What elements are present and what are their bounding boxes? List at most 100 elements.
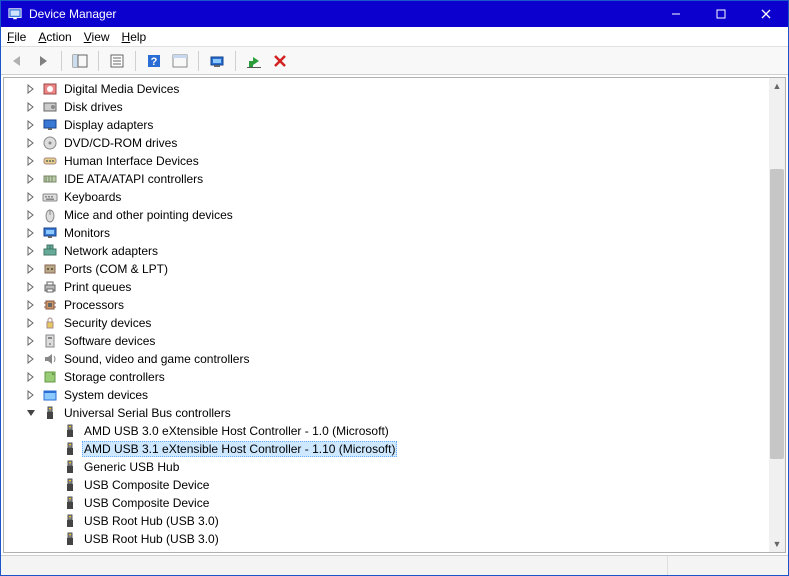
tree-category[interactable]: Monitors <box>4 224 769 242</box>
expand-arrow-icon[interactable] <box>24 82 38 96</box>
status-cell-right <box>668 556 788 575</box>
tree-category-usb[interactable]: Universal Serial Bus controllers <box>4 404 769 422</box>
tree-category[interactable]: Ports (COM & LPT) <box>4 260 769 278</box>
menu-action[interactable]: Action <box>38 30 71 44</box>
menu-file[interactable]: File <box>7 30 26 44</box>
back-button[interactable] <box>5 49 29 73</box>
tree-device[interactable]: USB Composite Device <box>4 494 769 512</box>
system-icon <box>42 387 58 403</box>
tree-category[interactable]: Processors <box>4 296 769 314</box>
collapse-arrow-icon[interactable] <box>24 406 38 420</box>
expand-arrow-icon[interactable] <box>24 280 38 294</box>
tree-category[interactable]: Keyboards <box>4 188 769 206</box>
menu-help[interactable]: Help <box>122 30 147 44</box>
minimize-button[interactable] <box>653 1 698 27</box>
tree-spacer <box>44 442 58 456</box>
tree-category[interactable]: Digital Media Devices <box>4 80 769 98</box>
scroll-track[interactable] <box>769 94 785 536</box>
tree-category[interactable]: Sound, video and game controllers <box>4 350 769 368</box>
storage-icon <box>42 369 58 385</box>
tree-category[interactable]: Human Interface Devices <box>4 152 769 170</box>
printer-icon <box>42 279 58 295</box>
toolbar-separator <box>235 51 236 71</box>
properties-button[interactable] <box>105 49 129 73</box>
tree-category[interactable]: Security devices <box>4 314 769 332</box>
monitor-icon <box>42 225 58 241</box>
show-hide-tree-button[interactable] <box>68 49 92 73</box>
expand-arrow-icon[interactable] <box>24 388 38 402</box>
tree-category[interactable]: IDE ATA/ATAPI controllers <box>4 170 769 188</box>
usb-device-icon <box>62 531 78 547</box>
expand-arrow-icon[interactable] <box>24 190 38 204</box>
tree-category[interactable]: Software devices <box>4 332 769 350</box>
tree-device[interactable]: USB Composite Device <box>4 476 769 494</box>
expand-arrow-icon[interactable] <box>24 226 38 240</box>
sound-icon <box>42 351 58 367</box>
device-tree[interactable]: Digital Media Devices Disk drives Display … <box>4 78 769 552</box>
maximize-button[interactable] <box>698 1 743 27</box>
action-button[interactable] <box>168 49 192 73</box>
usb-device-icon <box>62 459 78 475</box>
toolbar-separator <box>198 51 199 71</box>
expand-arrow-icon[interactable] <box>24 172 38 186</box>
status-cell-left <box>1 556 668 575</box>
tree-category-label: Storage controllers <box>62 370 167 384</box>
tree-spacer <box>44 424 58 438</box>
tree-category-label: Universal Serial Bus controllers <box>62 406 233 420</box>
scroll-thumb[interactable] <box>770 169 784 459</box>
tree-category[interactable]: System devices <box>4 386 769 404</box>
menubar: File Action View Help <box>1 27 788 47</box>
tree-device[interactable]: Generic USB Hub <box>4 458 769 476</box>
app-icon <box>7 6 23 22</box>
expand-arrow-icon[interactable] <box>24 334 38 348</box>
tree-category-label: Processors <box>62 298 126 312</box>
scroll-down-button[interactable]: ▼ <box>769 536 785 552</box>
tree-category-label: Mice and other pointing devices <box>62 208 235 222</box>
tree-category[interactable]: Network adapters <box>4 242 769 260</box>
expand-arrow-icon[interactable] <box>24 136 38 150</box>
tree-category[interactable]: Disk drives <box>4 98 769 116</box>
tree-category-label: Disk drives <box>62 100 125 114</box>
window-title: Device Manager <box>29 7 653 21</box>
tree-category[interactable]: Storage controllers <box>4 368 769 386</box>
cpu-icon <box>42 297 58 313</box>
expand-arrow-icon[interactable] <box>24 370 38 384</box>
vertical-scrollbar[interactable]: ▲ ▼ <box>769 78 785 552</box>
forward-button[interactable] <box>31 49 55 73</box>
tree-device-label: AMD USB 3.0 eXtensible Host Controller -… <box>82 424 391 438</box>
expand-arrow-icon[interactable] <box>24 154 38 168</box>
svg-text:?: ? <box>151 56 158 68</box>
tree-category[interactable]: Print queues <box>4 278 769 296</box>
enable-device-button[interactable] <box>242 49 266 73</box>
tree-device-label: USB Composite Device <box>82 496 211 510</box>
tree-device[interactable]: USB Root Hub (USB 3.0) <box>4 530 769 548</box>
expand-arrow-icon[interactable] <box>24 100 38 114</box>
tree-category[interactable]: Display adapters <box>4 116 769 134</box>
tree-spacer <box>44 478 58 492</box>
close-button[interactable] <box>743 1 788 27</box>
toolbar-separator <box>135 51 136 71</box>
statusbar <box>1 555 788 575</box>
tree-device[interactable]: AMD USB 3.1 eXtensible Host Controller -… <box>4 440 769 458</box>
expand-arrow-icon[interactable] <box>24 316 38 330</box>
tree-device[interactable]: USB Root Hub (USB 3.0) <box>4 512 769 530</box>
keyboard-icon <box>42 189 58 205</box>
expand-arrow-icon[interactable] <box>24 298 38 312</box>
tree-category-label: Security devices <box>62 316 153 330</box>
expand-arrow-icon[interactable] <box>24 118 38 132</box>
expand-arrow-icon[interactable] <box>24 208 38 222</box>
disable-device-button[interactable] <box>268 49 292 73</box>
toolbar-separator <box>98 51 99 71</box>
expand-arrow-icon[interactable] <box>24 352 38 366</box>
help-button[interactable]: ? <box>142 49 166 73</box>
scroll-up-button[interactable]: ▲ <box>769 78 785 94</box>
tree-category[interactable]: DVD/CD-ROM drives <box>4 134 769 152</box>
scan-hardware-button[interactable] <box>205 49 229 73</box>
tree-category[interactable]: Mice and other pointing devices <box>4 206 769 224</box>
hid-icon <box>42 153 58 169</box>
menu-view[interactable]: View <box>84 30 110 44</box>
toolbar: ? <box>1 47 788 75</box>
expand-arrow-icon[interactable] <box>24 244 38 258</box>
tree-device[interactable]: AMD USB 3.0 eXtensible Host Controller -… <box>4 422 769 440</box>
expand-arrow-icon[interactable] <box>24 262 38 276</box>
